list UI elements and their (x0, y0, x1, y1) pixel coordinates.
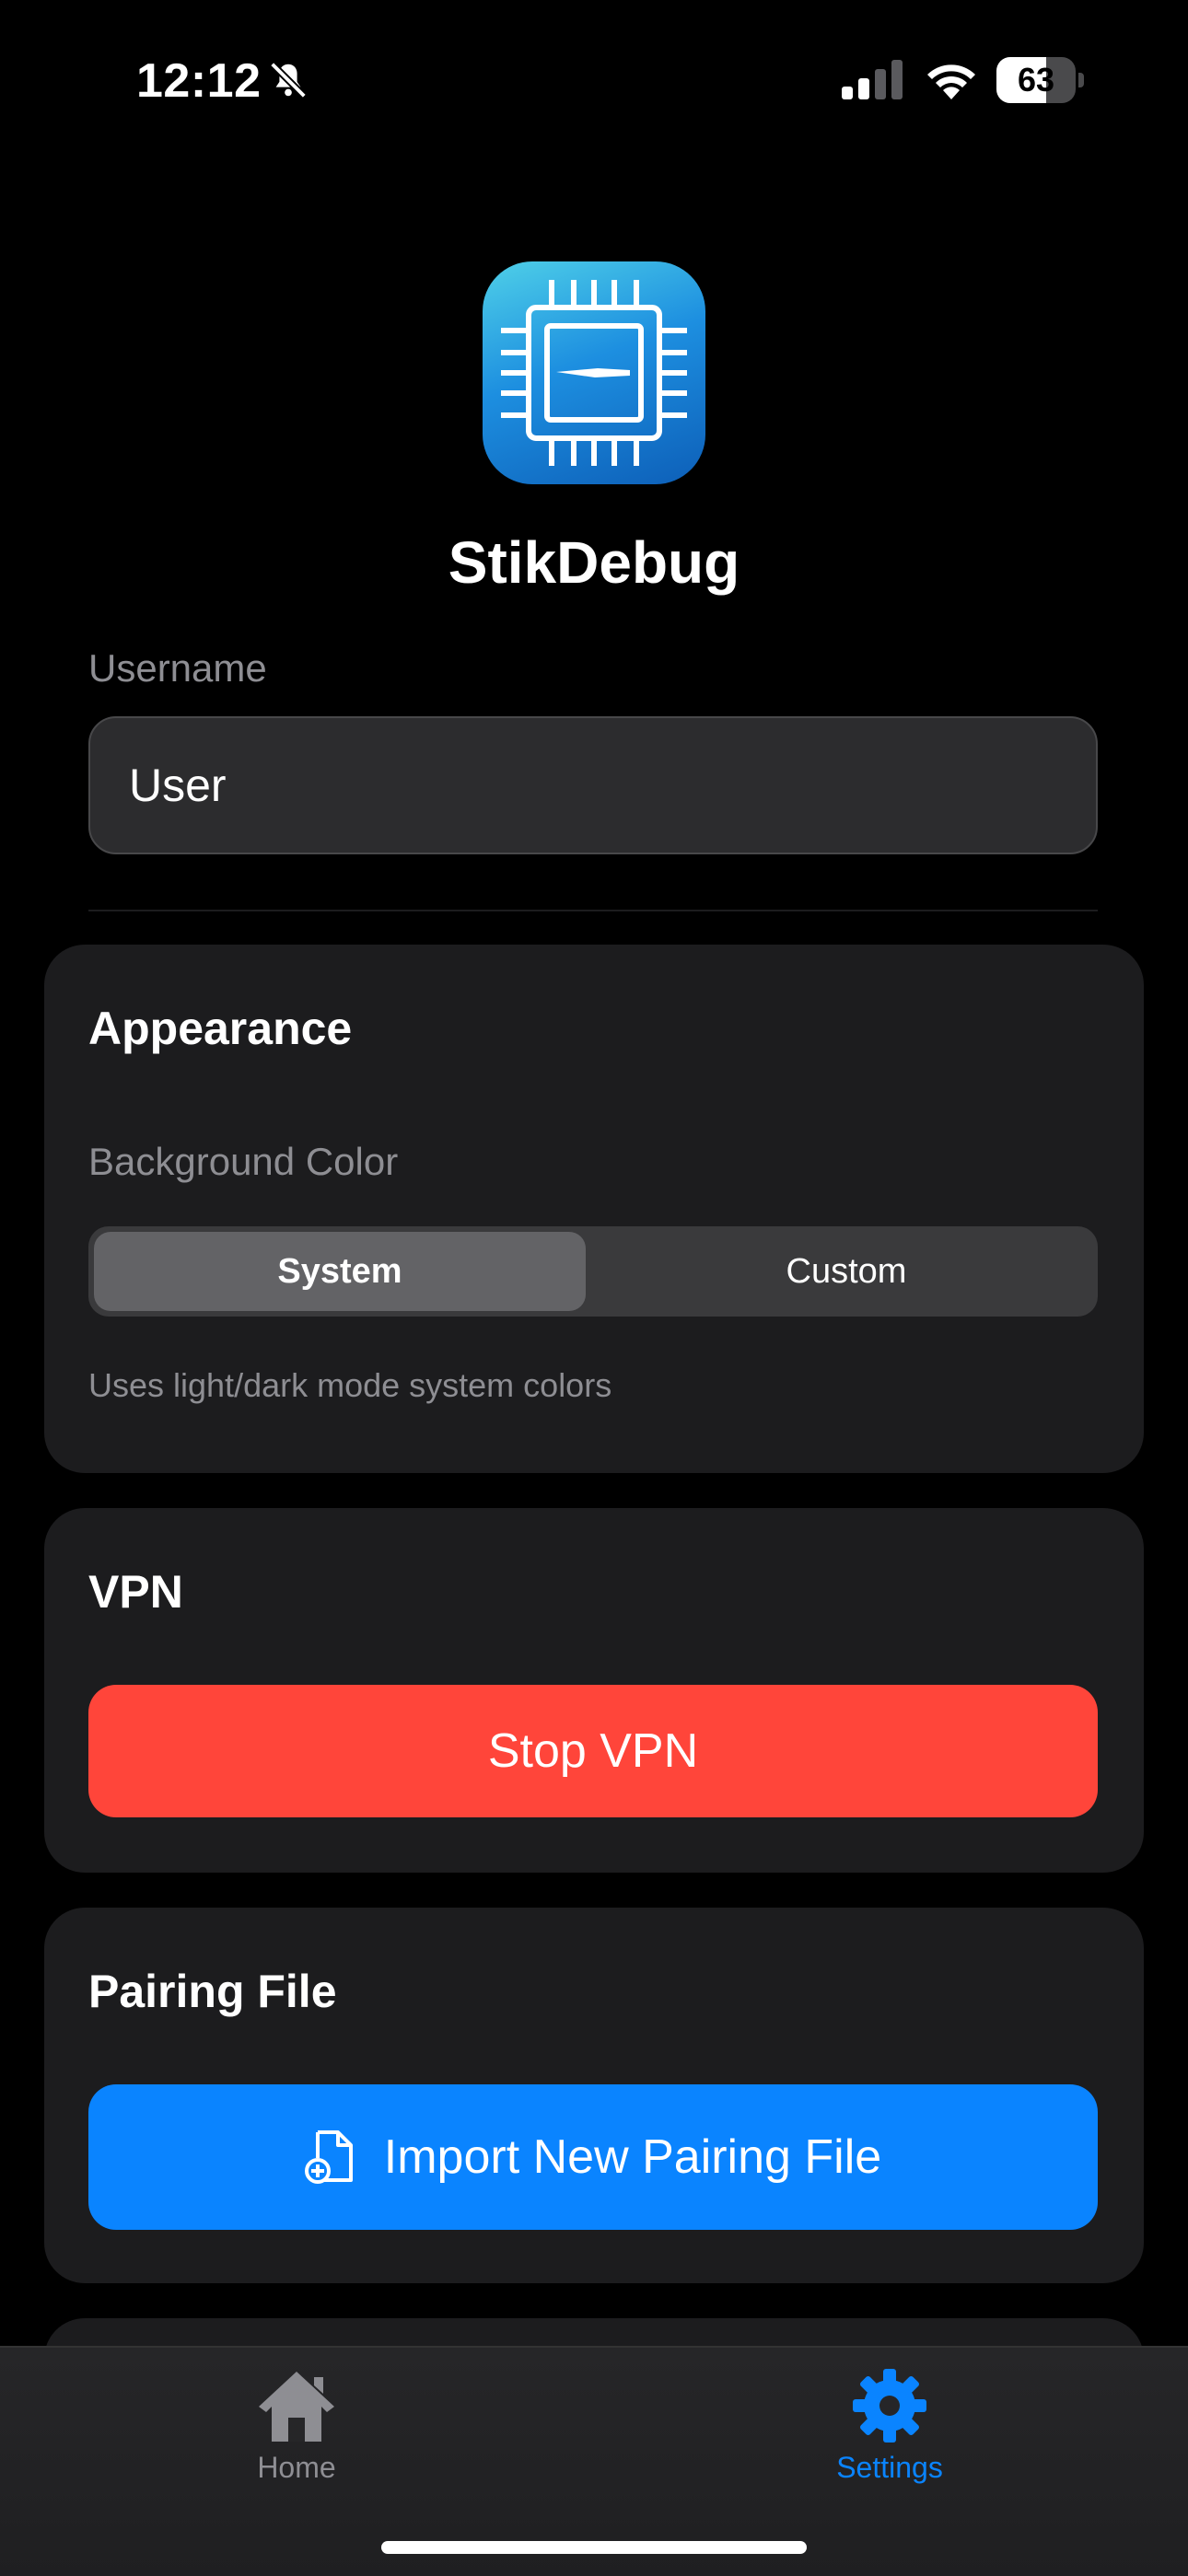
home-indicator (381, 2541, 807, 2554)
vpn-title: VPN (88, 1566, 183, 1618)
wifi-icon (927, 64, 975, 99)
battery-level: 63 (1017, 61, 1055, 99)
username-value: User (129, 760, 227, 811)
pairing-file-card: Pairing File Import New Pairing File (44, 1908, 1144, 2283)
vpn-card: VPN Stop VPN (44, 1508, 1144, 1873)
tab-settings[interactable]: Settings (751, 2366, 1028, 2485)
app-title: StikDebug (448, 529, 740, 596)
cpu-chip-icon (483, 261, 705, 484)
cellular-signal-icon (842, 60, 903, 99)
username-input[interactable]: User (88, 716, 1098, 854)
status-time: 12:12 (136, 54, 262, 108)
background-color-label: Background Color (88, 1140, 399, 1183)
divider (88, 910, 1098, 911)
segment-custom[interactable]: Custom (600, 1232, 1092, 1311)
background-color-picker: System Custom (88, 1226, 1098, 1317)
background-color-hint: Uses light/dark mode system colors (88, 1366, 612, 1404)
username-label: Username (88, 646, 267, 690)
battery-icon: 63 (996, 57, 1085, 103)
pairing-file-title: Pairing File (88, 1966, 337, 2017)
import-pairing-file-button[interactable]: Import New Pairing File (88, 2084, 1098, 2230)
bell-slash-icon (270, 62, 307, 99)
tab-home[interactable]: Home (158, 2366, 435, 2485)
gear-icon (853, 2369, 926, 2443)
tab-home-label: Home (257, 2451, 336, 2484)
house-icon (259, 2372, 334, 2442)
appearance-title: Appearance (88, 1003, 353, 1054)
segment-system[interactable]: System (94, 1232, 586, 1311)
appearance-card: Appearance Background Color System Custo… (44, 945, 1144, 1473)
import-pairing-file-label: Import New Pairing File (383, 2130, 882, 2184)
tab-settings-label: Settings (836, 2451, 943, 2484)
stop-vpn-button[interactable]: Stop VPN (88, 1685, 1098, 1817)
document-badge-plus-icon (304, 2130, 353, 2184)
stop-vpn-label: Stop VPN (487, 1724, 699, 1778)
